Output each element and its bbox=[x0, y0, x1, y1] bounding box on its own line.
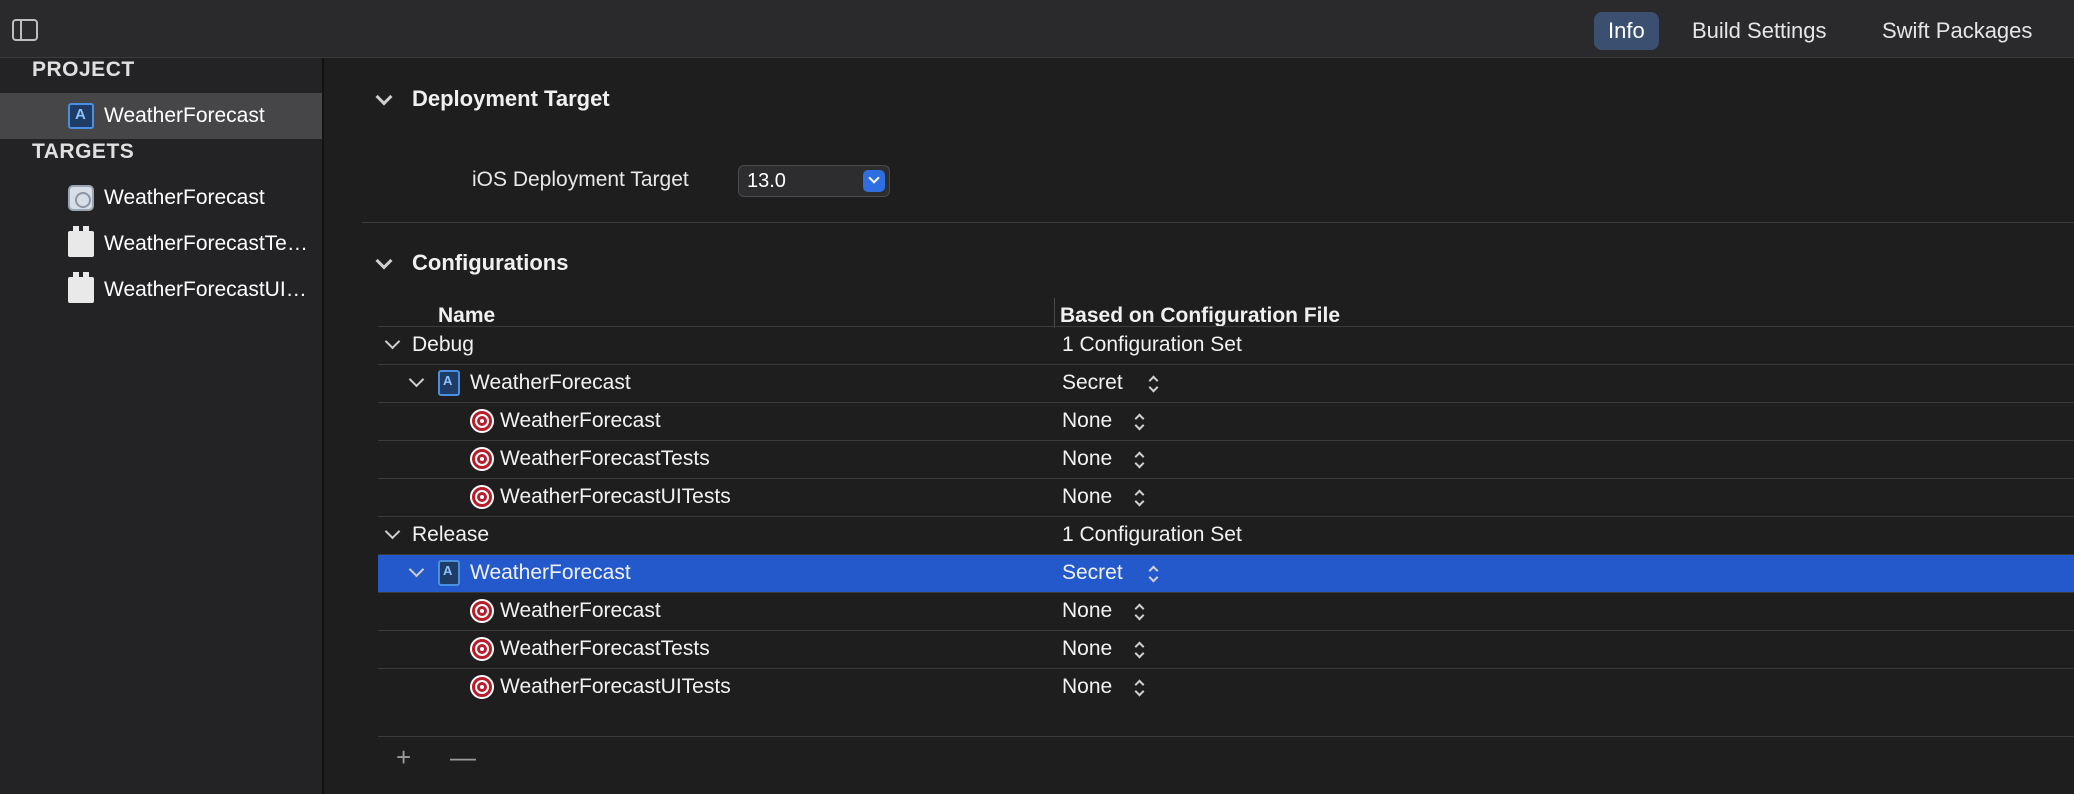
add-configuration-button[interactable]: + bbox=[396, 742, 411, 773]
chevron-down-icon[interactable] bbox=[410, 376, 422, 388]
table-row[interactable]: WeatherForecastTests None bbox=[378, 440, 2074, 478]
ios-deployment-target-select[interactable]: 13.0 bbox=[738, 165, 890, 197]
table-row[interactable]: WeatherForecastUITests None bbox=[378, 478, 2074, 516]
bundle-icon bbox=[68, 226, 94, 257]
project-icon bbox=[438, 370, 460, 396]
section-divider bbox=[362, 222, 2074, 223]
toolbar: Info Build Settings Swift Packages bbox=[0, 0, 2074, 58]
table-row[interactable]: WeatherForecastUITests None bbox=[378, 668, 2074, 706]
target-icon bbox=[470, 675, 494, 699]
chevron-down-icon[interactable] bbox=[376, 91, 390, 105]
sidebar-item-label: WeatherForecast bbox=[104, 104, 265, 127]
table-row[interactable]: Debug 1 Configuration Set bbox=[378, 326, 2074, 364]
stepper-icon[interactable] bbox=[1134, 641, 1144, 659]
project-icon bbox=[68, 103, 94, 129]
stepper-icon[interactable] bbox=[1134, 451, 1144, 469]
project-header: PROJECT bbox=[32, 58, 135, 81]
table-row[interactable]: Release 1 Configuration Set bbox=[378, 516, 2074, 554]
chevron-down-icon[interactable] bbox=[863, 170, 885, 192]
sidebar-item-project[interactable]: WeatherForecast bbox=[0, 93, 322, 139]
tab-build-settings[interactable]: Build Settings bbox=[1678, 12, 1841, 50]
row-value: 1 Configuration Set bbox=[1062, 523, 1242, 546]
chevron-down-icon[interactable] bbox=[386, 528, 398, 540]
column-header-name[interactable]: Name bbox=[438, 304, 495, 328]
row-name: WeatherForecast bbox=[470, 371, 631, 394]
table-bottom-border bbox=[378, 736, 2074, 737]
main-editor: Deployment Target iOS Deployment Target … bbox=[326, 58, 2074, 794]
chevron-down-icon[interactable] bbox=[376, 255, 390, 269]
row-name: WeatherForecast bbox=[500, 599, 661, 622]
table-row-selected[interactable]: WeatherForecast Secret bbox=[378, 554, 2074, 592]
row-name: Debug bbox=[412, 333, 474, 356]
row-value[interactable]: Secret bbox=[1062, 371, 1123, 395]
row-value[interactable]: None bbox=[1062, 485, 1112, 509]
sidebar-item-target-tests[interactable]: WeatherForecastTests bbox=[0, 221, 322, 267]
row-name: WeatherForecast bbox=[470, 561, 631, 584]
stepper-icon[interactable] bbox=[1134, 489, 1144, 507]
row-name: Release bbox=[412, 523, 490, 546]
target-icon bbox=[470, 447, 494, 471]
tab-info[interactable]: Info bbox=[1594, 12, 1659, 50]
column-header-config-file[interactable]: Based on Configuration File bbox=[1060, 304, 1340, 328]
row-value[interactable]: Secret bbox=[1062, 561, 1123, 585]
row-name: WeatherForecastUITests bbox=[500, 485, 731, 508]
stepper-icon[interactable] bbox=[1148, 565, 1158, 583]
target-icon bbox=[470, 599, 494, 623]
sidebar-item-label: WeatherForecastUITests bbox=[104, 278, 310, 301]
table-row[interactable]: WeatherForecast None bbox=[378, 592, 2074, 630]
target-icon bbox=[470, 637, 494, 661]
target-icon bbox=[470, 485, 494, 509]
app-icon bbox=[68, 185, 94, 211]
row-value[interactable]: None bbox=[1062, 675, 1112, 699]
remove-configuration-button[interactable]: — bbox=[450, 742, 476, 773]
row-value[interactable]: None bbox=[1062, 409, 1112, 433]
sidebar-item-target-app[interactable]: WeatherForecast bbox=[0, 175, 322, 221]
ios-deployment-target-value: 13.0 bbox=[747, 170, 786, 192]
sidebar-item-label: WeatherForecast bbox=[104, 186, 265, 209]
row-value: 1 Configuration Set bbox=[1062, 333, 1242, 356]
ios-deployment-target-label: iOS Deployment Target bbox=[472, 168, 689, 191]
tab-swift-packages[interactable]: Swift Packages bbox=[1868, 12, 2046, 50]
sidebar-toggle-icon[interactable] bbox=[12, 19, 38, 41]
sidebar-item-target-uitests[interactable]: WeatherForecastUITests bbox=[0, 267, 322, 313]
stepper-icon[interactable] bbox=[1148, 375, 1158, 393]
row-name: WeatherForecast bbox=[500, 409, 661, 432]
table-row[interactable]: WeatherForecastTests None bbox=[378, 630, 2074, 668]
table-row[interactable]: WeatherForecast None bbox=[378, 402, 2074, 440]
stepper-icon[interactable] bbox=[1134, 679, 1144, 697]
chevron-down-icon[interactable] bbox=[410, 566, 422, 578]
stepper-icon[interactable] bbox=[1134, 413, 1144, 431]
stepper-icon[interactable] bbox=[1134, 603, 1144, 621]
bundle-icon bbox=[68, 272, 94, 303]
row-value[interactable]: None bbox=[1062, 447, 1112, 471]
sidebar: PROJECT WeatherForecast TARGETS WeatherF… bbox=[0, 58, 324, 794]
column-separator bbox=[1054, 298, 1055, 328]
configurations-title: Configurations bbox=[412, 250, 569, 275]
deployment-target-title: Deployment Target bbox=[412, 86, 610, 111]
project-icon bbox=[438, 560, 460, 586]
targets-header: TARGETS bbox=[32, 140, 135, 163]
table-row[interactable]: WeatherForecast Secret bbox=[378, 364, 2074, 402]
sidebar-item-label: WeatherForecastTests bbox=[104, 232, 310, 255]
row-name: WeatherForecastUITests bbox=[500, 675, 731, 698]
row-name: WeatherForecastTests bbox=[500, 637, 710, 660]
row-name: WeatherForecastTests bbox=[500, 447, 710, 470]
target-icon bbox=[470, 409, 494, 433]
row-value[interactable]: None bbox=[1062, 637, 1112, 661]
row-value[interactable]: None bbox=[1062, 599, 1112, 623]
chevron-down-icon[interactable] bbox=[386, 338, 398, 350]
